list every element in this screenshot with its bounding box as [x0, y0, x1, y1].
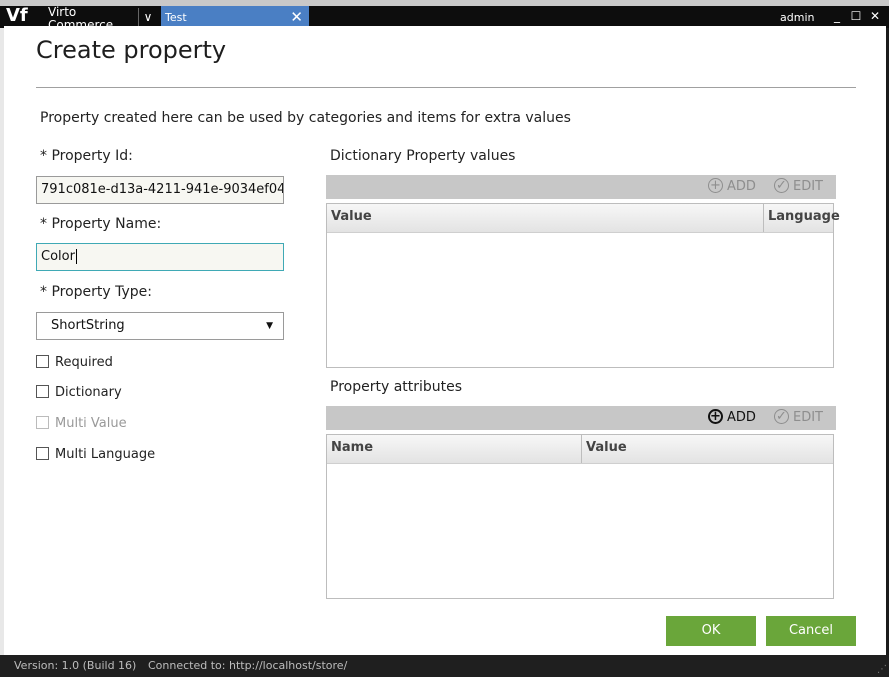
text-caret — [75, 249, 77, 264]
tab-close-icon[interactable]: ✕ — [290, 8, 303, 26]
dialog-description: Property created here can be used by cat… — [40, 110, 571, 126]
dictionary-values-grid[interactable]: Value Language — [326, 203, 840, 368]
checkbox-label: Dictionary — [55, 385, 122, 400]
cancel-button[interactable]: Cancel — [766, 616, 856, 646]
add-label: ADD — [727, 179, 756, 194]
edit-label: EDIT — [793, 179, 823, 194]
attributes-add-button[interactable]: + ADD — [708, 409, 756, 426]
checkbox-label: Multi Language — [55, 447, 156, 462]
multi-language-checkbox[interactable]: Multi Language — [36, 447, 155, 463]
column-header-name[interactable]: Name — [327, 435, 581, 463]
minimize-icon[interactable]: _ — [830, 9, 844, 23]
tab-label: Test — [165, 11, 187, 24]
virto-logo-icon: Vf — [6, 5, 28, 26]
check-icon: ✓ — [774, 409, 789, 424]
property-name-input[interactable]: Color — [36, 243, 284, 271]
create-property-dialog: Create property Property created here ca… — [4, 26, 886, 655]
property-type-label: * Property Type: — [40, 284, 153, 300]
checkbox-box[interactable] — [36, 355, 49, 368]
multi-value-checkbox: Multi Value — [36, 416, 127, 432]
status-version: Version: 1.0 (Build 16) — [14, 659, 137, 672]
dictionary-add-button: + ADD — [708, 178, 756, 195]
close-window-icon[interactable]: ✕ — [868, 9, 882, 23]
attributes-section-title: Property attributes — [330, 379, 463, 395]
column-header-value[interactable]: Value — [581, 435, 833, 463]
checkbox-box[interactable] — [36, 447, 49, 460]
app-menu-chevron-icon[interactable]: ∨ — [138, 8, 157, 26]
dropdown-arrow-icon: ▼ — [266, 321, 273, 331]
add-label: ADD — [727, 410, 756, 425]
check-icon: ✓ — [774, 178, 789, 193]
dictionary-edit-button: ✓ EDIT — [774, 178, 823, 195]
edit-label: EDIT — [793, 410, 823, 425]
checkbox-label: Multi Value — [55, 416, 127, 431]
dialog-title: Create property — [36, 36, 227, 64]
app-title-bar: Vf Virto Commerce ∨ Test ✕ admin _ ☐ ✕ — [0, 0, 889, 28]
property-id-input[interactable]: 791c081e-d13a-4211-941e-9034ef04e7 — [36, 176, 284, 204]
ok-button[interactable]: OK — [666, 616, 756, 646]
background-window-strip — [0, 0, 889, 6]
column-header-value[interactable]: Value — [327, 204, 763, 232]
status-connection: Connected to: http://localhost/store/ — [148, 659, 348, 672]
checkbox-box[interactable] — [36, 385, 49, 398]
required-checkbox[interactable]: Required — [36, 355, 113, 371]
attributes-toolbar: + ADD ✓ EDIT — [326, 406, 836, 430]
app-name: Virto Commerce — [48, 6, 114, 28]
attributes-grid[interactable]: Name Value — [326, 434, 834, 599]
user-name[interactable]: admin — [780, 11, 814, 24]
property-name-value: Color — [41, 249, 75, 264]
grid-header: Name Value — [327, 435, 833, 464]
tab-test[interactable]: Test ✕ — [161, 6, 309, 28]
dictionary-toolbar: + ADD ✓ EDIT — [326, 175, 836, 199]
dictionary-checkbox[interactable]: Dictionary — [36, 385, 122, 401]
checkbox-label: Required — [55, 355, 113, 370]
add-icon: + — [708, 409, 723, 424]
column-header-language[interactable]: Language — [763, 204, 840, 232]
property-type-value: ShortString — [51, 318, 125, 333]
checkbox-box — [36, 416, 49, 429]
dictionary-section-title: Dictionary Property values — [330, 148, 516, 164]
property-name-label: * Property Name: — [40, 216, 162, 232]
status-bar: Version: 1.0 (Build 16) Connected to: ht… — [0, 655, 889, 677]
property-id-label: * Property Id: — [40, 148, 133, 164]
property-type-select[interactable]: ShortString ▼ — [36, 312, 284, 340]
resize-grip-icon[interactable]: ⋰ — [877, 664, 887, 675]
attributes-edit-button: ✓ EDIT — [774, 409, 823, 426]
title-divider — [36, 87, 856, 88]
grid-header: Value Language — [327, 204, 840, 233]
property-id-value: 791c081e-d13a-4211-941e-9034ef04e7 — [41, 182, 284, 197]
add-icon: + — [708, 178, 723, 193]
maximize-icon[interactable]: ☐ — [849, 9, 863, 23]
